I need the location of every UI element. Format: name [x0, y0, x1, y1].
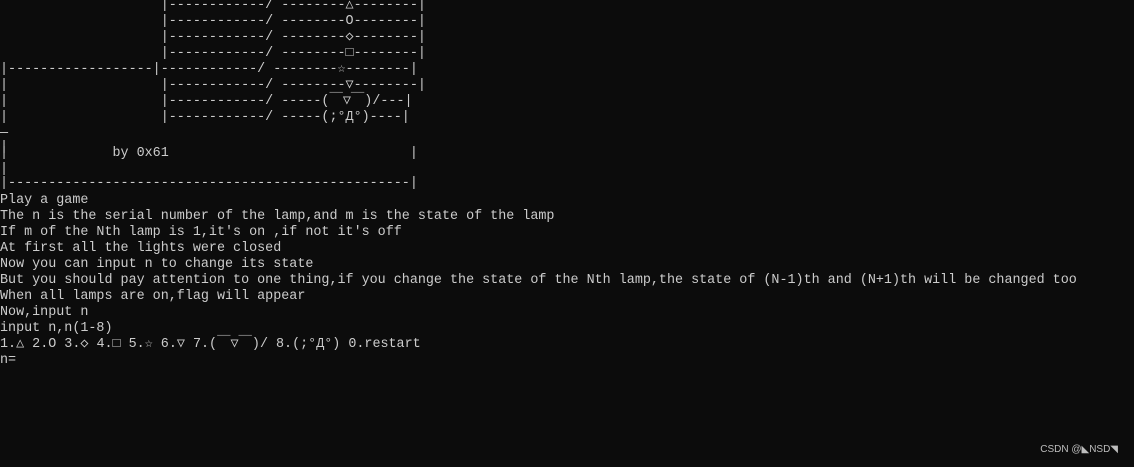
console-line: |------------/ --------◇--------| [0, 30, 426, 45]
console-line: Now,input n [0, 305, 89, 320]
console-line: At first all the lights were closed [0, 241, 282, 256]
console-line: |------------/ --------△--------| [0, 0, 426, 13]
console-line: | |------------/ -----(￣▽￣)/---| [0, 94, 413, 109]
console-line: When all lamps are on,flag will appear [0, 289, 306, 304]
console-line: But you should pay attention to one thin… [0, 273, 1077, 288]
console-line: |------------/ --------O--------| [0, 14, 426, 29]
console-line: Play a game [0, 193, 89, 208]
console-line: |------------------|------------/ ------… [0, 62, 418, 77]
console-line: | |------------/ -----(;°Д°)----| [0, 110, 410, 125]
console-window: |------------/ --------△--------| |-----… [0, 0, 1134, 467]
console-line: input n,n(1-8) [0, 321, 113, 336]
input-prompt[interactable]: n= [0, 353, 16, 369]
console-line: The n is the serial number of the lamp,a… [0, 209, 555, 224]
console-line: Now you can input n to change its state [0, 257, 314, 272]
credit-line: | by 0x61 | [0, 146, 418, 161]
csdn-watermark: CSDN @◣NSD◥ [1040, 444, 1118, 455]
menu-options-line: 1.△ 2.O 3.◇ 4.□ 5.☆ 6.▽ 7.(￣▽￣)/ 8.(;°Д°… [0, 337, 421, 352]
console-line: | |------------/ --------▽--------| [0, 78, 426, 93]
console-line: |------------/ --------□--------| [0, 46, 426, 61]
console-line: |---------------------------------------… [0, 176, 418, 191]
console-line: If m of the Nth lamp is 1,it's on ,if no… [0, 225, 402, 240]
